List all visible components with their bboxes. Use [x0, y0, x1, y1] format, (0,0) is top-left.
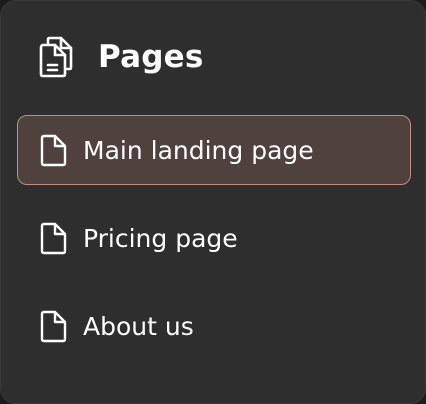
page-title: Pages	[98, 39, 204, 75]
panel-header: Pages	[38, 35, 203, 79]
nav-item-label: Main landing page	[83, 135, 314, 165]
file-icon	[38, 133, 68, 167]
nav-item-main-landing-page[interactable]: Main landing page	[17, 115, 411, 185]
pages-icon	[38, 35, 76, 79]
pages-panel: Pages Main landing page Pricing page Abo…	[0, 0, 426, 404]
nav-item-about-us[interactable]: About us	[17, 291, 411, 361]
nav-item-label: Pricing page	[83, 223, 238, 253]
file-icon	[38, 221, 68, 255]
file-icon	[38, 309, 68, 343]
nav-item-label: About us	[83, 311, 194, 341]
pages-nav: Main landing page Pricing page About us	[17, 115, 411, 379]
nav-item-pricing-page[interactable]: Pricing page	[17, 203, 411, 273]
